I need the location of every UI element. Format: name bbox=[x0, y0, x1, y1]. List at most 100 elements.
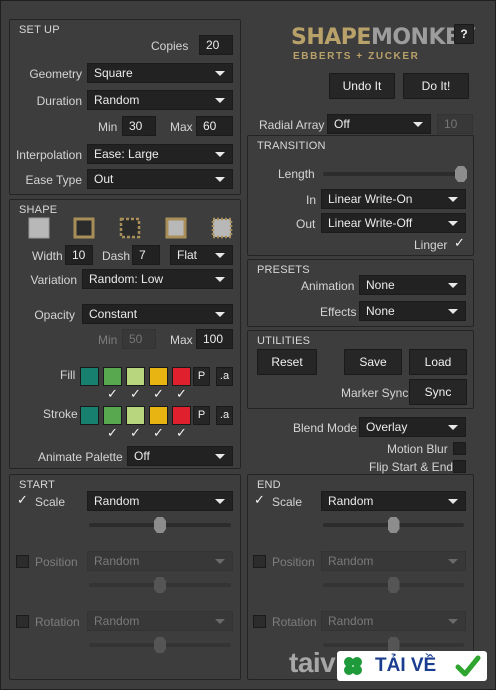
start-scale-slider-handle[interactable] bbox=[154, 517, 166, 533]
start-rotation-checkbox[interactable] bbox=[16, 615, 29, 628]
opacity-dropdown[interactable]: Constant bbox=[82, 304, 233, 324]
watermark-badge-text: TẢI VỀ bbox=[375, 655, 437, 676]
duration-max-label: Max bbox=[170, 120, 193, 134]
stroke-color-checkbox[interactable]: ✓ bbox=[174, 426, 189, 440]
load-button[interactable]: Load bbox=[409, 349, 467, 375]
fill-color-swatch[interactable] bbox=[103, 367, 122, 386]
watermark-badge: TẢI VỀ bbox=[337, 651, 487, 681]
checkmark-icon bbox=[455, 654, 481, 678]
effects-preset-label: Effects bbox=[320, 305, 357, 319]
radial-array-dropdown[interactable]: Off bbox=[327, 114, 431, 134]
effects-preset-dropdown[interactable]: None bbox=[359, 301, 466, 321]
stroke-width-field[interactable]: 10 bbox=[65, 245, 93, 265]
end-title: END bbox=[257, 479, 281, 491]
geometry-label: Geometry bbox=[29, 67, 82, 81]
start-position-checkbox[interactable] bbox=[16, 555, 29, 568]
animation-preset-dropdown[interactable]: None bbox=[359, 275, 466, 295]
linger-checkbox[interactable] bbox=[453, 236, 466, 250]
fill-color-checkbox[interactable]: ✓ bbox=[151, 387, 166, 401]
start-scale-label: Scale bbox=[35, 495, 66, 509]
solid-square-icon[interactable] bbox=[28, 217, 50, 239]
opacity-min-field[interactable]: 50 bbox=[122, 329, 156, 349]
geometry-dropdown[interactable]: Square bbox=[87, 63, 233, 83]
radial-array-count-field[interactable]: 10 bbox=[437, 114, 473, 134]
presets-title: PRESETS bbox=[257, 264, 310, 276]
line-cap-dropdown[interactable]: Flat bbox=[170, 245, 233, 265]
help-button[interactable]: ? bbox=[454, 24, 474, 44]
stroke-color-checkbox[interactable]: ✓ bbox=[151, 426, 166, 440]
end-position-checkbox[interactable] bbox=[253, 555, 266, 568]
start-scale-dropdown[interactable]: Random bbox=[87, 491, 233, 511]
copies-field[interactable]: 20 bbox=[199, 35, 233, 55]
transition-in-dropdown[interactable]: Linear Write-On bbox=[321, 189, 466, 209]
motion-blur-checkbox[interactable] bbox=[453, 442, 466, 455]
filled-outline-square-icon[interactable] bbox=[165, 217, 187, 239]
opacity-label: Opacity bbox=[34, 308, 75, 322]
length-slider-track[interactable] bbox=[323, 172, 467, 176]
start-rotation-slider-handle[interactable] bbox=[154, 637, 166, 653]
start-position-dropdown[interactable]: Random bbox=[87, 551, 233, 571]
variation-dropdown[interactable]: Random: Low bbox=[82, 269, 233, 289]
stroke-color-swatch[interactable] bbox=[126, 406, 145, 425]
opacity-max-label: Max bbox=[170, 333, 193, 347]
fill-color-checkbox[interactable]: ✓ bbox=[174, 387, 189, 401]
ease-type-label: Ease Type bbox=[25, 173, 82, 187]
do-it-button[interactable]: Do It! bbox=[403, 73, 469, 99]
interpolation-label: Interpolation bbox=[15, 148, 82, 162]
dash-field[interactable]: 7 bbox=[132, 245, 160, 265]
start-rotation-dropdown[interactable]: Random bbox=[87, 611, 233, 631]
outline-square-icon[interactable] bbox=[73, 217, 95, 239]
interpolation-dropdown[interactable]: Ease: Large bbox=[87, 144, 233, 164]
fill-color-swatch[interactable] bbox=[80, 367, 99, 386]
stroke-color-swatch[interactable] bbox=[149, 406, 168, 425]
logo-shape-text: SHAPE bbox=[291, 25, 371, 50]
end-scale-checkbox[interactable] bbox=[253, 493, 266, 507]
fill-color-swatch[interactable] bbox=[172, 367, 191, 386]
animate-palette-label: Animate Palette bbox=[38, 450, 123, 464]
start-position-slider-handle[interactable] bbox=[154, 577, 166, 593]
start-scale-checkbox[interactable] bbox=[16, 493, 29, 507]
duration-max-field[interactable]: 60 bbox=[196, 116, 233, 136]
end-rotation-dropdown[interactable]: Random bbox=[321, 611, 466, 631]
stroke-color-swatch[interactable] bbox=[103, 406, 122, 425]
animate-palette-dropdown[interactable]: Off bbox=[127, 446, 233, 466]
opacity-max-field[interactable]: 100 bbox=[196, 329, 233, 349]
stroke-color-checkbox[interactable]: ✓ bbox=[128, 426, 143, 440]
end-rotation-checkbox[interactable] bbox=[253, 615, 266, 628]
blend-mode-dropdown[interactable]: Overlay bbox=[359, 417, 466, 437]
dashed-square-icon[interactable] bbox=[119, 217, 141, 239]
fill-alpha-button[interactable]: .a bbox=[216, 367, 233, 386]
fill-color-checkbox[interactable]: ✓ bbox=[128, 387, 143, 401]
reset-button[interactable]: Reset bbox=[257, 349, 317, 375]
fill-palette-button[interactable]: P bbox=[193, 367, 210, 386]
sync-button[interactable]: Sync bbox=[409, 379, 467, 405]
fill-color-swatch[interactable] bbox=[126, 367, 145, 386]
shapemonkey-logo: SHAPEMONKEY EBBERTS + ZUCKER bbox=[291, 25, 475, 65]
stroke-color-checkbox[interactable]: ✓ bbox=[105, 426, 120, 440]
stroke-palette-button[interactable]: P bbox=[193, 406, 210, 425]
start-rotation-label: Rotation bbox=[35, 615, 80, 629]
duration-dropdown[interactable]: Random bbox=[87, 90, 233, 110]
end-position-slider-handle[interactable] bbox=[387, 577, 400, 593]
watermark: taiv TẢI VỀ bbox=[289, 645, 489, 685]
end-scale-label: Scale bbox=[272, 495, 303, 509]
undo-button[interactable]: Undo It bbox=[329, 73, 395, 99]
length-slider-handle[interactable] bbox=[455, 166, 467, 182]
fill-color-swatch[interactable] bbox=[149, 367, 168, 386]
save-button[interactable]: Save bbox=[344, 349, 402, 375]
duration-min-field[interactable]: 30 bbox=[122, 116, 156, 136]
end-scale-slider-handle[interactable] bbox=[387, 517, 400, 533]
stroke-alpha-button[interactable]: .a bbox=[216, 406, 233, 425]
ease-type-dropdown[interactable]: Out bbox=[87, 169, 233, 189]
end-rotation-label: Rotation bbox=[272, 615, 317, 629]
end-position-dropdown[interactable]: Random bbox=[321, 551, 466, 571]
stroke-color-swatch[interactable] bbox=[80, 406, 99, 425]
linger-label: Linger bbox=[414, 238, 448, 252]
dotted-filled-square-icon[interactable] bbox=[211, 217, 233, 239]
end-scale-dropdown[interactable]: Random bbox=[321, 491, 466, 511]
stroke-color-swatch[interactable] bbox=[172, 406, 191, 425]
duration-label: Duration bbox=[36, 94, 82, 108]
fill-color-checkbox[interactable]: ✓ bbox=[105, 387, 120, 401]
transition-out-dropdown[interactable]: Linear Write-Off bbox=[321, 213, 466, 233]
flip-start-end-checkbox[interactable] bbox=[453, 460, 466, 473]
